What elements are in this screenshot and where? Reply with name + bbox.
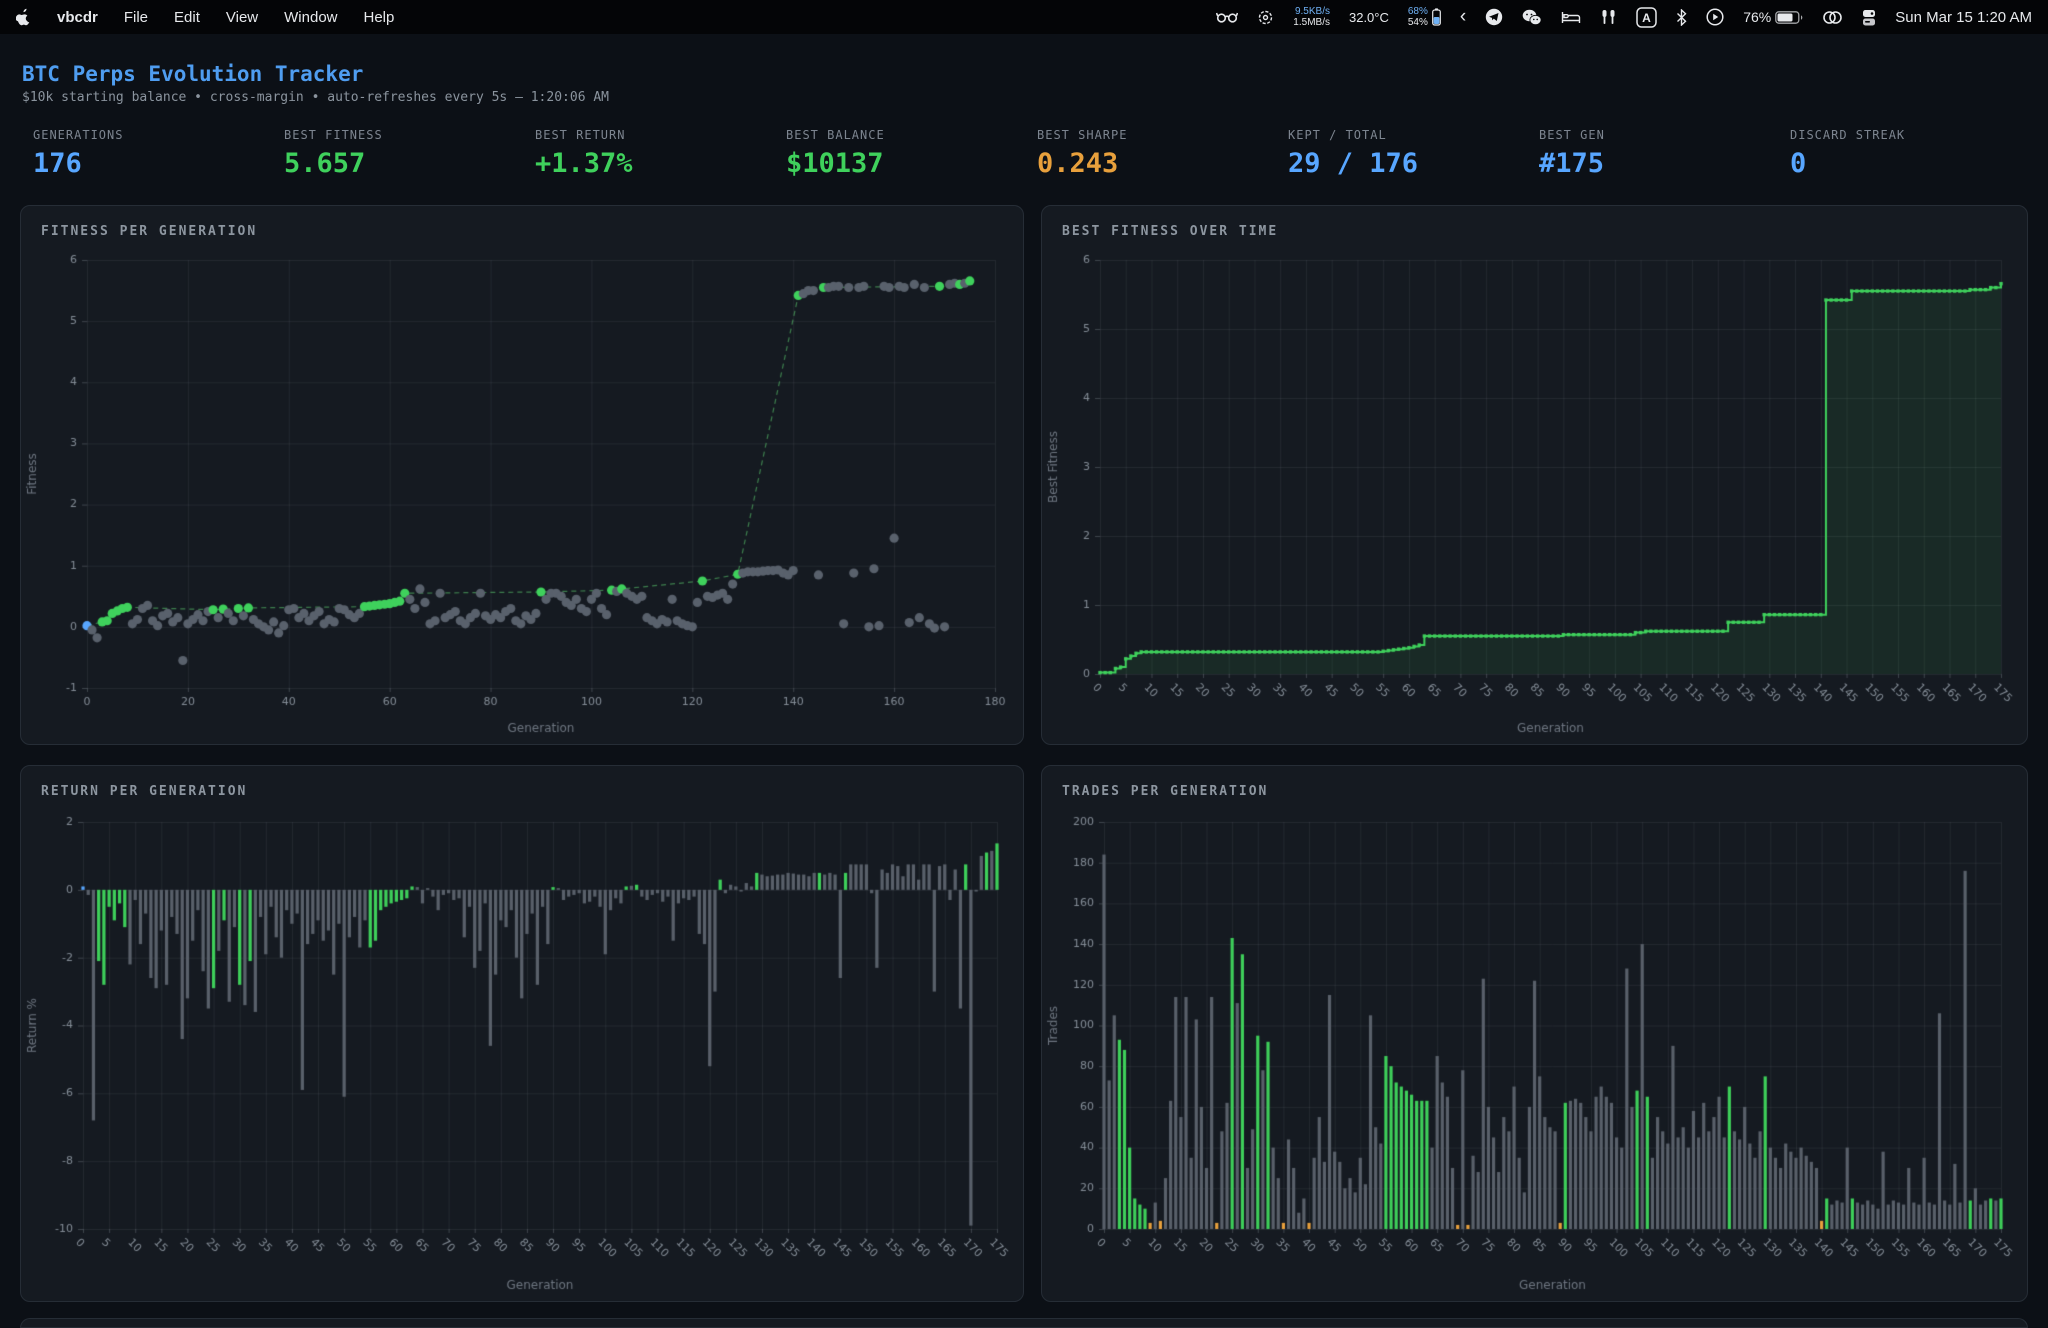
upload-speed: 9.5KB/s (1293, 6, 1330, 17)
panel-bottom-partial (20, 1318, 2028, 1328)
menubar-collapse-chevron[interactable]: ‹ (1460, 9, 1466, 25)
pct-bottom: 54% (1408, 17, 1428, 28)
stat-label: BEST SHARPE (1037, 128, 1275, 142)
stat-generations: GENERATIONS 176 (20, 128, 271, 179)
stat-best-balance: BEST BALANCE $10137 (773, 128, 1024, 179)
panel-trades-per-generation: TRADES PER GENERATION (1041, 765, 2028, 1302)
panel-title: FITNESS PER GENERATION (41, 224, 257, 239)
locate-icon[interactable] (1257, 6, 1274, 28)
svg-text:A: A (1642, 11, 1651, 25)
menu-edit[interactable]: Edit (174, 9, 200, 26)
stat-label: KEPT / TOTAL (1288, 128, 1526, 142)
menu-window[interactable]: Window (284, 9, 337, 26)
download-speed: 1.5MB/s (1293, 17, 1330, 28)
vertical-battery-icon (1432, 8, 1441, 26)
dual-battery-indicator[interactable]: 68% 54% (1408, 6, 1441, 28)
stat-best-fitness: BEST FITNESS 5.657 (271, 128, 522, 179)
glasses-icon[interactable] (1216, 6, 1238, 28)
page-subtitle: $10k starting balance • cross-margin • a… (22, 90, 609, 105)
panel-return-per-generation: RETURN PER GENERATION (20, 765, 1024, 1302)
panel-best-fitness-over-time: BEST FITNESS OVER TIME (1041, 205, 2028, 745)
stat-discard-streak: DISCARD STREAK 0 (1777, 128, 2028, 179)
wechat-icon[interactable] (1522, 6, 1542, 28)
battery-icon (1775, 11, 1803, 24)
menu-help[interactable]: Help (364, 9, 395, 26)
stage-manager-icon[interactable] (1862, 6, 1876, 28)
stat-value: 0 (1790, 148, 2028, 179)
stat-label: BEST FITNESS (284, 128, 522, 142)
stat-label: BEST BALANCE (786, 128, 1024, 142)
fitness-scatter-chart (21, 246, 1025, 740)
stat-best-gen: BEST GEN #175 (1526, 128, 1777, 179)
menu-view[interactable]: View (226, 9, 258, 26)
stats-bar: GENERATIONS 176 BEST FITNESS 5.657 BEST … (20, 128, 2028, 179)
temperature-indicator[interactable]: 32.0°C (1349, 10, 1389, 25)
stat-value: 176 (33, 148, 271, 179)
panel-title: BEST FITNESS OVER TIME (1062, 224, 1278, 239)
menu-bar: vbcdr File Edit View Window Help 9.5KB/s… (0, 0, 2048, 34)
battery-indicator[interactable]: 76% (1743, 9, 1803, 25)
panel-title: RETURN PER GENERATION (41, 784, 247, 799)
handoff-link-icon[interactable] (1822, 6, 1843, 28)
play-circle-icon[interactable] (1706, 6, 1724, 28)
pct-top: 68% (1408, 6, 1428, 17)
return-bar-chart (21, 806, 1025, 1297)
panel-title: TRADES PER GENERATION (1062, 784, 1268, 799)
telegram-icon[interactable] (1485, 6, 1503, 28)
trades-bar-chart (1042, 806, 2029, 1297)
apple-menu-icon[interactable] (16, 6, 31, 28)
panel-fitness-per-generation: FITNESS PER GENERATION (20, 205, 1024, 745)
stat-label: BEST RETURN (535, 128, 773, 142)
best-fitness-step-chart (1042, 246, 2029, 740)
stat-value: 0.243 (1037, 148, 1275, 179)
stat-label: GENERATIONS (33, 128, 271, 142)
stat-label: DISCARD STREAK (1790, 128, 2028, 142)
page-title: BTC Perps Evolution Tracker (22, 62, 363, 86)
airpods-icon[interactable] (1600, 6, 1617, 28)
menubar-app-name[interactable]: vbcdr (57, 9, 98, 26)
battery-percent: 76% (1743, 9, 1771, 25)
stat-value: $10137 (786, 148, 1024, 179)
stat-label: BEST GEN (1539, 128, 1777, 142)
stat-best-sharpe: BEST SHARPE 0.243 (1024, 128, 1275, 179)
stat-kept-total: KEPT / TOTAL 29 / 176 (1275, 128, 1526, 179)
bed-icon[interactable] (1561, 6, 1581, 28)
stat-value: 29 / 176 (1288, 148, 1526, 179)
stat-value: 5.657 (284, 148, 522, 179)
bluetooth-icon[interactable] (1676, 6, 1687, 28)
menu-file[interactable]: File (124, 9, 148, 26)
desktop: vbcdr File Edit View Window Help 9.5KB/s… (0, 0, 2048, 1326)
stat-value: +1.37% (535, 148, 773, 179)
input-source-icon[interactable]: A (1636, 6, 1657, 28)
network-speed-indicator[interactable]: 9.5KB/s 1.5MB/s (1293, 6, 1330, 28)
stat-best-return: BEST RETURN +1.37% (522, 128, 773, 179)
menubar-clock[interactable]: Sun Mar 15 1:20 AM (1895, 9, 2032, 26)
stat-value: #175 (1539, 148, 1777, 179)
